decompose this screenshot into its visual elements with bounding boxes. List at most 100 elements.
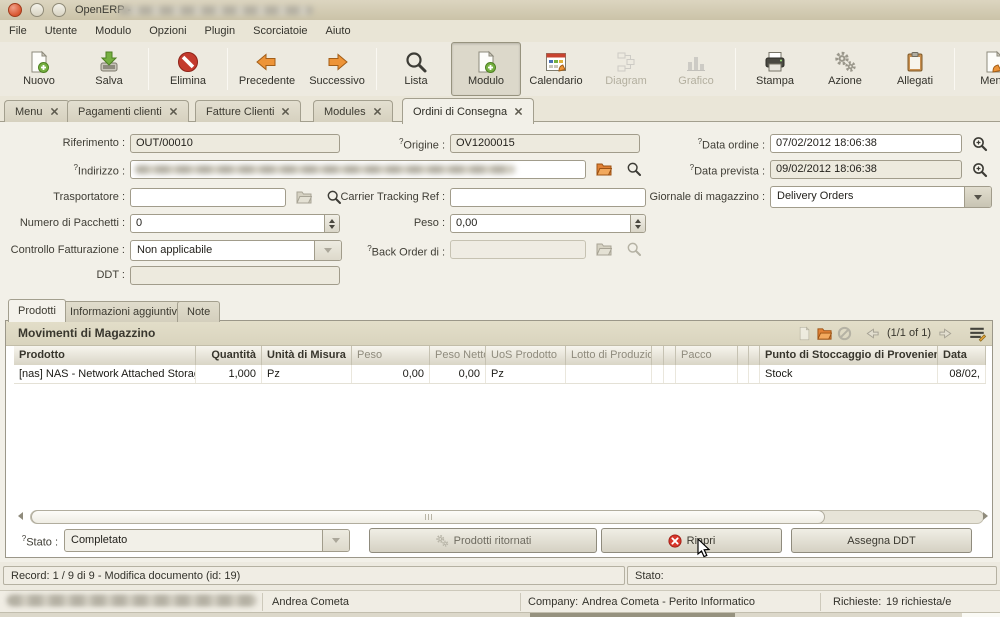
- tab-close-icon[interactable]: [50, 107, 59, 116]
- table-row[interactable]: [nas] NAS - Network Attached Storage 1,0…: [14, 365, 986, 384]
- separator: [820, 593, 821, 611]
- giornale-combo[interactable]: Delivery Orders: [770, 186, 992, 208]
- giornale-label: Giornale di magazzino :: [598, 191, 765, 203]
- data-ordine-calendar-picker-button[interactable]: [970, 135, 990, 153]
- delete-line-icon[interactable]: [837, 326, 852, 341]
- column-header[interactable]: Data: [938, 346, 986, 365]
- column-header[interactable]: Lotto di Produzione: [566, 346, 652, 365]
- spinner-buttons[interactable]: [630, 215, 645, 232]
- tab-close-icon[interactable]: [514, 107, 523, 116]
- dropdown-arrow-button[interactable]: [322, 530, 349, 551]
- cell-data: 08/02,: [938, 365, 986, 383]
- new-line-icon[interactable]: [797, 326, 812, 341]
- form-view-icon: [474, 50, 498, 74]
- switch-view-icon[interactable]: [968, 324, 986, 342]
- pager-previous-icon[interactable]: [865, 326, 880, 341]
- back-order-field[interactable]: [450, 240, 586, 259]
- column-header[interactable]: Peso Netto: [430, 346, 486, 365]
- back-order-label: ?Back Order di :: [322, 244, 445, 259]
- riferimento-label: Riferimento :: [0, 137, 125, 149]
- list-view-button[interactable]: Lista: [381, 42, 451, 96]
- data-prevista-field[interactable]: 09/02/2012 18:06:38: [770, 160, 962, 179]
- column-header[interactable]: [652, 346, 664, 365]
- new-button[interactable]: Nuovo: [4, 42, 74, 96]
- tab-fatture-clienti[interactable]: Fatture Clienti: [195, 100, 301, 122]
- scroll-right-icon[interactable]: [983, 512, 988, 520]
- tab-close-icon[interactable]: [373, 107, 382, 116]
- trasportatore-open-button[interactable]: [294, 188, 314, 206]
- numero-pacchetti-field[interactable]: 0: [130, 214, 340, 233]
- data-ordine-field[interactable]: 07/02/2012 18:06:38: [770, 134, 962, 153]
- save-button[interactable]: Salva: [74, 42, 144, 96]
- indirizzo-field[interactable]: [130, 160, 586, 179]
- next-button[interactable]: Successivo: [302, 42, 372, 96]
- action-button[interactable]: Azione: [810, 42, 880, 96]
- menu-shortcut-button[interactable]: Menu: [959, 42, 1000, 96]
- data-ordine-label: ?Data ordine :: [598, 137, 765, 152]
- menu-modulo[interactable]: Modulo: [86, 22, 140, 40]
- prodotti-ritornati-button[interactable]: Prodotti ritornati: [369, 528, 597, 553]
- back-order-search-button[interactable]: [624, 240, 644, 258]
- window-minimize-button[interactable]: [30, 3, 44, 17]
- delete-button[interactable]: Elimina: [153, 42, 223, 96]
- column-header[interactable]: [664, 346, 676, 365]
- column-header[interactable]: Unità di Misura: [262, 346, 352, 365]
- menu-file[interactable]: File: [0, 22, 36, 40]
- column-header[interactable]: Peso: [352, 346, 430, 365]
- open-line-icon[interactable]: [817, 326, 832, 341]
- chevron-down-icon: [974, 195, 982, 200]
- stato-combo[interactable]: Completato: [64, 529, 350, 552]
- company-value: Andrea Cometa - Perito Informatico: [582, 596, 755, 608]
- trasportatore-field[interactable]: [130, 188, 286, 207]
- tab-close-icon[interactable]: [169, 107, 178, 116]
- column-header[interactable]: UoS Prodotto: [486, 346, 566, 365]
- cell-peso: 0,00: [352, 365, 430, 383]
- print-button[interactable]: Stampa: [740, 42, 810, 96]
- dropdown-arrow-button[interactable]: [964, 187, 991, 207]
- subtab-prodotti[interactable]: Prodotti: [8, 299, 66, 322]
- subtab-note[interactable]: Note: [177, 301, 220, 322]
- calendar-view-button[interactable]: Calendario: [521, 42, 591, 96]
- controllo-fatturazione-value: Non applicabile: [137, 244, 212, 256]
- riapri-button[interactable]: Riapri: [601, 528, 782, 553]
- spin-up-icon: [635, 219, 641, 223]
- table-header-row: Prodotto Quantità Unità di Misura Peso P…: [14, 346, 986, 366]
- menu-scorciatoie[interactable]: Scorciatoie: [244, 22, 316, 40]
- stock-moves-panel: Movimenti di Magazzino (1/1 of 1) Prodot…: [5, 320, 993, 558]
- back-order-open-button[interactable]: [594, 240, 614, 258]
- column-header[interactable]: Prodotto: [14, 346, 196, 365]
- pager-next-icon[interactable]: [938, 326, 953, 341]
- column-header[interactable]: Punto di Stoccaggio di Provenienza: [760, 346, 938, 365]
- window-maximize-button[interactable]: [52, 3, 66, 17]
- column-header[interactable]: Pacco: [676, 346, 738, 365]
- ddt-field[interactable]: [130, 266, 340, 285]
- window-close-button[interactable]: [8, 3, 22, 17]
- cell: [738, 365, 749, 383]
- tab-pagamenti-clienti[interactable]: Pagamenti clienti: [67, 100, 189, 122]
- horizontal-scrollbar[interactable]: [8, 508, 990, 524]
- scrollbar-thumb[interactable]: [31, 510, 825, 524]
- assegna-ddt-button[interactable]: Assegna DDT: [791, 528, 972, 553]
- subtab-informazioni-aggiuntive[interactable]: Informazioni aggiuntive: [60, 301, 193, 322]
- column-header[interactable]: Quantità: [196, 346, 262, 365]
- column-header[interactable]: [738, 346, 749, 365]
- requests-label: Richieste:: [833, 596, 881, 608]
- menu-aiuto[interactable]: Aiuto: [317, 22, 360, 40]
- toolbar-separator: [735, 48, 736, 90]
- tab-close-icon[interactable]: [281, 107, 290, 116]
- previous-button[interactable]: Precedente: [232, 42, 302, 96]
- column-header[interactable]: [749, 346, 760, 365]
- peso-field[interactable]: 0,00: [450, 214, 646, 233]
- menu-plugin[interactable]: Plugin: [196, 22, 245, 40]
- tab-modules[interactable]: Modules: [313, 100, 393, 122]
- data-prevista-calendar-picker-button[interactable]: [970, 161, 990, 179]
- attachments-button[interactable]: Allegati: [880, 42, 950, 96]
- tab-menu[interactable]: Menu: [4, 100, 70, 122]
- form-view-button[interactable]: Modulo: [451, 42, 521, 96]
- menu-opzioni[interactable]: Opzioni: [140, 22, 195, 40]
- riferimento-field[interactable]: OUT/00010: [130, 134, 340, 153]
- tab-ordini-di-consegna[interactable]: Ordini di Consegna: [402, 98, 534, 124]
- scroll-left-icon[interactable]: [18, 512, 23, 520]
- menu-utente[interactable]: Utente: [36, 22, 86, 40]
- controllo-fatturazione-combo[interactable]: Non applicabile: [130, 240, 342, 261]
